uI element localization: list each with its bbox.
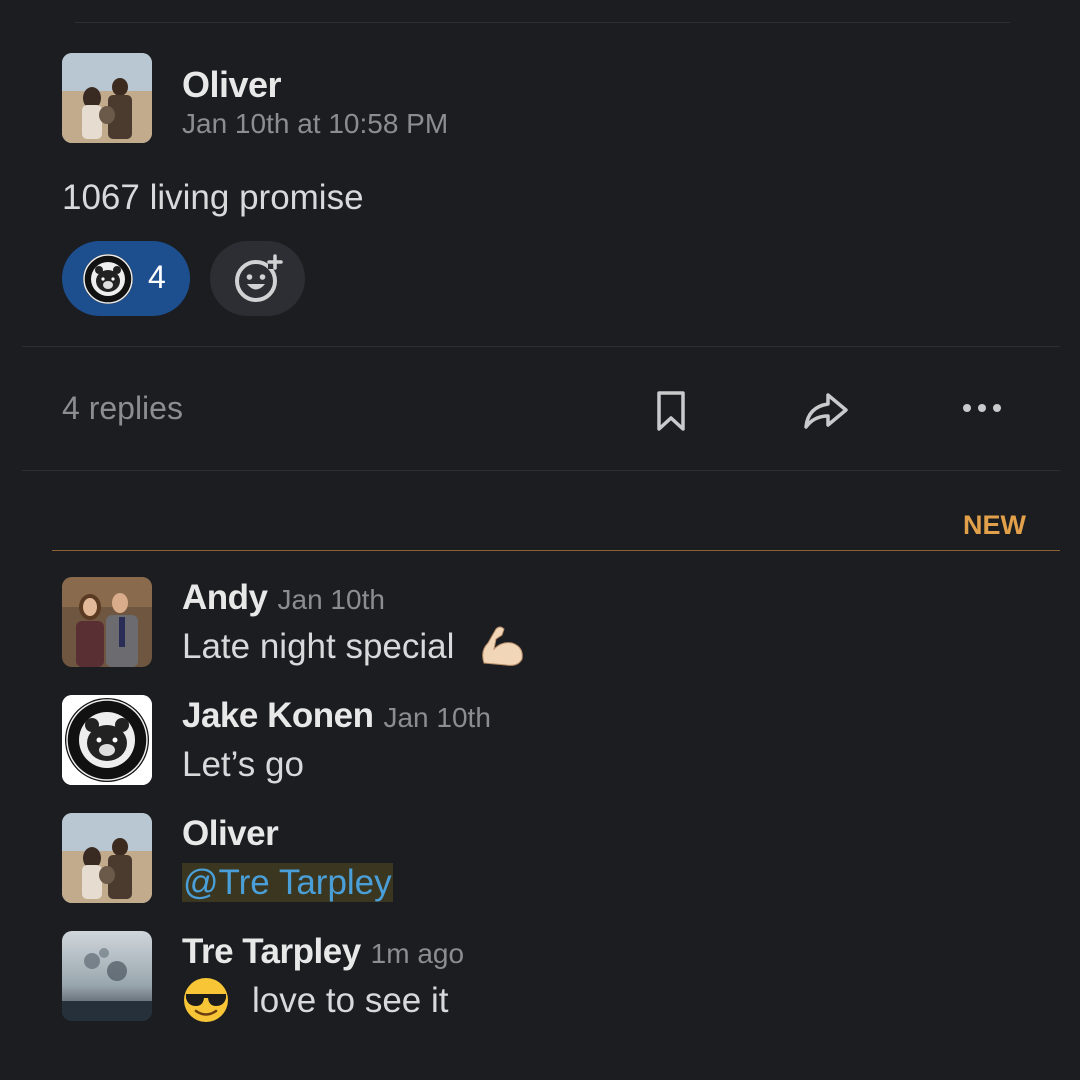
reply-author[interactable]: Jake Konen Jan 10th [182, 696, 491, 736]
replies-count[interactable]: 4 replies [62, 390, 183, 427]
share-button[interactable] [800, 385, 850, 435]
reply-author-name[interactable]: Tre Tarpley [182, 932, 361, 971]
reaction-count: 4 [148, 259, 166, 295]
divider [22, 470, 1060, 471]
divider [22, 346, 1060, 347]
parent-author[interactable]: Oliver [182, 64, 282, 106]
add-reaction-button[interactable] [210, 241, 305, 316]
reply-text: Late night special [182, 626, 528, 669]
smiling-face-with-sunglasses-icon [184, 977, 228, 1022]
user-mention-link[interactable]: @Tre Tarpley [182, 863, 393, 902]
top-divider [75, 22, 1010, 23]
reply-timestamp: Jan 10th [383, 702, 491, 733]
jake-konen-avatar[interactable] [62, 695, 152, 785]
reply-text-content: love to see it [252, 981, 449, 1020]
reply-author[interactable]: Tre Tarpley 1m ago [182, 932, 464, 972]
reply-timestamp: Jan 10th [277, 584, 385, 615]
reply-text: Let’s go [182, 745, 304, 784]
more-actions-button[interactable] [957, 385, 1007, 435]
reply-author-name[interactable]: Andy [182, 578, 268, 617]
share-icon [804, 393, 848, 429]
reply-author[interactable]: Oliver [182, 814, 279, 854]
add-emoji-icon [235, 254, 283, 302]
oliver-avatar[interactable] [62, 53, 152, 143]
bookmark-button[interactable] [646, 385, 696, 435]
reply-timestamp: 1m ago [370, 938, 465, 969]
tre-tarpley-avatar[interactable] [62, 931, 152, 1021]
reaction-button[interactable]: 4 [62, 241, 190, 316]
andy-avatar[interactable] [62, 577, 152, 667]
parent-timestamp: Jan 10th at 10:58 PM [182, 108, 449, 139]
bear-logo-icon [83, 254, 133, 304]
flexed-biceps-icon [482, 626, 523, 666]
bookmark-icon [657, 391, 685, 431]
reply-author[interactable]: Andy Jan 10th [182, 578, 385, 618]
reply-text-content: Late night special [182, 627, 455, 666]
new-messages-divider [52, 550, 1060, 551]
oliver-avatar[interactable] [62, 813, 152, 903]
reply-text: love to see it [182, 977, 449, 1024]
parent-message-text: 1067 living promise [62, 178, 364, 217]
more-icon [963, 404, 1001, 412]
new-messages-label: NEW [963, 510, 1026, 540]
reply-text: @Tre Tarpley [182, 863, 393, 903]
reply-author-name[interactable]: Jake Konen [182, 696, 374, 735]
